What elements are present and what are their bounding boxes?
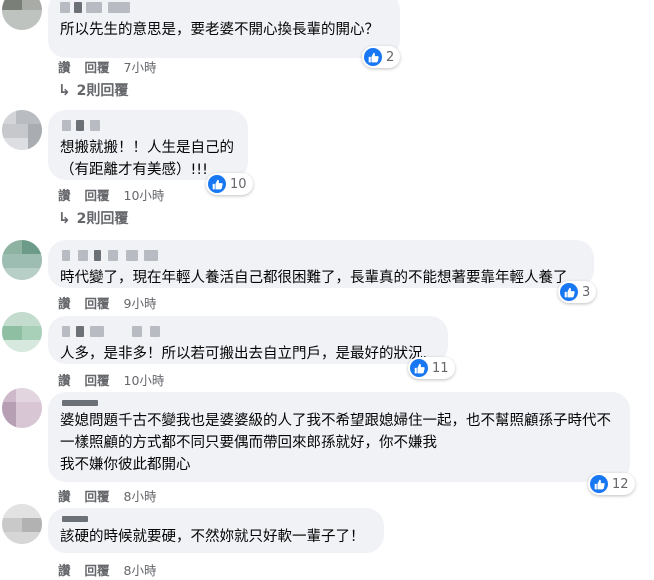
author-name-blurred[interactable] xyxy=(60,516,372,524)
timestamp[interactable]: 9小時 xyxy=(124,293,157,312)
replies-label: 2則回覆 xyxy=(76,83,129,99)
reply-button[interactable]: 回覆 xyxy=(85,560,110,579)
like-button[interactable]: 讚 xyxy=(58,486,71,505)
reaction-count[interactable]: 2 xyxy=(362,46,401,68)
reaction-count[interactable]: 12 xyxy=(588,473,635,495)
author-name-blurred[interactable] xyxy=(60,118,236,133)
comment-text: 該硬的時候就要硬，不然妳就只好軟一輩子了！ xyxy=(60,529,365,545)
comment-text: 人多，是非多！所以若可搬出去自立門戶，是最好的狀況. xyxy=(60,346,428,362)
view-replies-link[interactable]: ↳ 2則回覆 xyxy=(58,208,128,228)
avatar[interactable] xyxy=(2,312,42,352)
avatar[interactable] xyxy=(2,388,42,428)
thumbs-up-icon xyxy=(410,359,428,377)
comment-text: 所以先生的意思是，要老婆不開心換長輩的開心？ xyxy=(60,22,379,38)
reaction-number: 12 xyxy=(612,476,629,492)
reaction-number: 3 xyxy=(582,284,591,300)
comment-actions: 讚 回覆 8小時 xyxy=(58,486,156,505)
reaction-count[interactable]: 3 xyxy=(558,281,597,303)
like-button[interactable]: 讚 xyxy=(58,57,71,76)
thumbs-up-icon xyxy=(208,175,226,193)
like-button[interactable]: 讚 xyxy=(58,370,71,389)
reaction-number: 10 xyxy=(230,176,247,192)
reply-button[interactable]: 回覆 xyxy=(85,57,110,76)
reply-arrow-icon: ↳ xyxy=(58,209,71,227)
comment-bubble: 該硬的時候就要硬，不然妳就只好軟一輩子了！ xyxy=(48,508,384,553)
comment-text: 時代變了，現在年輕人養活自己都很困難了，長輩真的不能想著要靠年輕人養了 xyxy=(60,270,568,286)
comment-actions: 讚 回覆 8小時 xyxy=(58,560,156,579)
comment-bubble: 所以先生的意思是，要老婆不開心換長輩的開心？ xyxy=(48,0,400,58)
reply-arrow-icon: ↳ xyxy=(58,81,71,99)
reply-button[interactable]: 回覆 xyxy=(85,185,110,204)
avatar[interactable] xyxy=(2,240,42,280)
like-button[interactable]: 讚 xyxy=(58,293,71,312)
like-button[interactable]: 讚 xyxy=(58,560,71,579)
comment-actions: 讚 回覆 7小時 xyxy=(58,57,156,76)
reaction-number: 2 xyxy=(386,49,395,65)
comment-text: 婆媳問題千古不變我也是婆婆級的人了我不希望跟媳婦住一起，也不幫照顧孫子時代不一樣… xyxy=(60,413,611,473)
timestamp[interactable]: 7小時 xyxy=(124,57,157,76)
timestamp[interactable]: 10小時 xyxy=(124,185,165,204)
avatar[interactable] xyxy=(2,504,42,544)
author-name-blurred[interactable] xyxy=(60,248,582,263)
reply-button[interactable]: 回覆 xyxy=(85,486,110,505)
author-name-blurred[interactable] xyxy=(60,400,618,408)
reply-button[interactable]: 回覆 xyxy=(85,293,110,312)
comment-bubble: 婆媳問題千古不變我也是婆婆級的人了我不希望跟媳婦住一起，也不幫照顧孫子時代不一樣… xyxy=(48,392,630,482)
avatar[interactable] xyxy=(2,110,42,150)
reply-button[interactable]: 回覆 xyxy=(85,370,110,389)
timestamp[interactable]: 8小時 xyxy=(124,486,157,505)
comment-actions: 讚 回覆 10小時 xyxy=(58,185,164,204)
comment-bubble: 想搬就搬！！人生是自己的 （有距離才有美感）!!! xyxy=(48,110,248,180)
thumbs-up-icon xyxy=(560,283,578,301)
comment-actions: 讚 回覆 9小時 xyxy=(58,293,156,312)
like-button[interactable]: 讚 xyxy=(58,185,71,204)
avatar[interactable] xyxy=(2,0,42,30)
reaction-count[interactable]: 10 xyxy=(206,173,253,195)
view-replies-link[interactable]: ↳ 2則回覆 xyxy=(58,80,128,100)
comment-bubble: 人多，是非多！所以若可搬出去自立門戶，是最好的狀況. xyxy=(48,316,448,364)
timestamp[interactable]: 10小時 xyxy=(124,370,165,389)
author-name-blurred[interactable] xyxy=(60,324,436,339)
reaction-number: 11 xyxy=(432,360,449,376)
thumbs-up-icon xyxy=(590,475,608,493)
author-name-blurred[interactable] xyxy=(60,0,388,15)
timestamp[interactable]: 8小時 xyxy=(124,560,157,579)
comment-actions: 讚 回覆 10小時 xyxy=(58,370,164,389)
reaction-count[interactable]: 11 xyxy=(408,357,455,379)
comment-bubble: 時代變了，現在年輕人養活自己都很困難了，長輩真的不能想著要靠年輕人養了 xyxy=(48,240,594,288)
thumbs-up-icon xyxy=(364,48,382,66)
replies-label: 2則回覆 xyxy=(76,211,129,227)
